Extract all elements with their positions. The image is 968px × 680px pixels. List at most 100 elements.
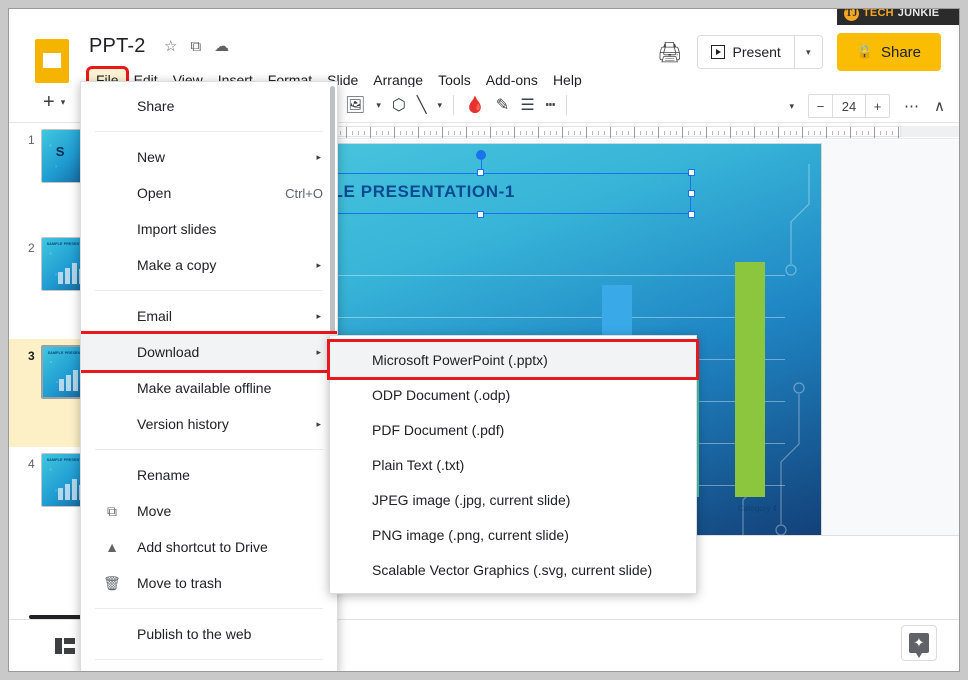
trash-icon: 🗑 <box>103 574 121 592</box>
download-option-pdf[interactable]: PDF Document (.pdf) <box>330 412 696 447</box>
resize-handle-s[interactable] <box>477 211 484 218</box>
file-menu-label: Make available offline <box>137 380 271 396</box>
download-option-label: PDF Document (.pdf) <box>372 422 504 438</box>
border-dash-icon[interactable]: ┅ <box>546 95 556 115</box>
move-to-folder-icon[interactable]: ⧉ <box>190 39 201 54</box>
submenu-arrow-icon: ▸ <box>316 260 321 271</box>
file-menu-label: Move <box>137 503 171 519</box>
file-menu-item-open[interactable]: Open Ctrl+O <box>81 175 337 211</box>
menu-separator <box>95 290 323 291</box>
file-menu-item-share[interactable]: Share <box>81 88 337 124</box>
fill-color-icon[interactable]: 🩸 <box>465 95 485 115</box>
more-options-icon[interactable]: ⋯ <box>904 97 920 115</box>
insert-image-icon[interactable]: 🖼 <box>345 95 365 115</box>
techjunkie-logo-icon: TJ <box>844 8 859 21</box>
rotation-handle[interactable] <box>476 150 486 160</box>
file-menu-item-import-slides[interactable]: Import slides <box>81 211 337 247</box>
filmstrip-view-icon[interactable] <box>55 638 75 654</box>
file-menu-label: Add shortcut to Drive <box>137 539 268 555</box>
download-option-jpg[interactable]: JPEG image (.jpg, current slide) <box>330 482 696 517</box>
app-header: PPT-2 ☆ ⧉ ☁ File Edit View Insert Format… <box>9 25 959 87</box>
insert-line-icon[interactable]: ╲ <box>417 95 427 115</box>
file-menu-shortcut: Ctrl+O <box>285 186 323 201</box>
file-menu-label: Move to trash <box>137 575 222 591</box>
download-option-txt[interactable]: Plain Text (.txt) <box>330 447 696 482</box>
download-option-label: Scalable Vector Graphics (.svg, current … <box>372 562 652 578</box>
file-menu-item-rename[interactable]: Rename <box>81 457 337 493</box>
menu-separator <box>95 449 323 450</box>
file-menu-item-publish-to-the-web[interactable]: Publish to the web <box>81 616 337 652</box>
submenu-arrow-icon: ▸ <box>316 347 321 358</box>
file-menu-item-new[interactable]: New ▸ <box>81 139 337 175</box>
toolbar-divider-2 <box>566 95 567 115</box>
resize-handle-ne[interactable] <box>688 169 695 176</box>
file-menu-label: Rename <box>137 467 190 483</box>
star-icon[interactable]: ☆ <box>164 39 177 54</box>
explore-icon <box>909 633 929 653</box>
share-label: Share <box>881 44 921 61</box>
explore-button[interactable] <box>901 625 937 661</box>
google-slides-logo-icon <box>35 39 69 83</box>
collapse-toolbar-icon[interactable]: ∧ <box>934 97 945 115</box>
download-submenu[interactable]: Microsoft PowerPoint (.pptx) ODP Documen… <box>329 335 697 594</box>
file-menu-item-move-to-trash[interactable]: 🗑 Move to trash <box>81 565 337 601</box>
file-menu-item-make-available-offline[interactable]: Make available offline <box>81 370 337 406</box>
new-slide-icon[interactable]: + <box>43 91 55 114</box>
download-option-label: PNG image (.png, current slide) <box>372 527 569 543</box>
file-menu-item-make-a-copy[interactable]: Make a copy ▸ <box>81 247 337 283</box>
menu-separator <box>95 659 323 660</box>
toolbar-tools: 🖼 ▾ ⬡ ╲ ▾ 🩸 ✎ ☰ ┅ <box>345 95 567 115</box>
document-title[interactable]: PPT-2 <box>89 35 146 58</box>
transition-caret-icon[interactable]: ▾ <box>789 101 794 112</box>
slide-number: 1 <box>9 129 35 147</box>
font-size-value[interactable]: 24 <box>832 95 866 117</box>
file-menu-item-download[interactable]: Download ▸ <box>81 334 337 370</box>
download-option-svg[interactable]: Scalable Vector Graphics (.svg, current … <box>330 552 696 587</box>
present-play-icon <box>711 45 725 59</box>
image-caret-icon[interactable]: ▾ <box>376 100 381 111</box>
file-menu-label: Make a copy <box>137 257 216 273</box>
menu-separator <box>95 608 323 609</box>
share-button[interactable]: 🔒 Share <box>837 33 941 71</box>
font-size-decrease-button[interactable]: − <box>809 95 832 117</box>
download-option-pptx[interactable]: Microsoft PowerPoint (.pptx) <box>330 342 696 377</box>
file-menu-label: Share <box>137 98 174 114</box>
title-icon-group: ☆ ⧉ ☁ <box>164 39 229 54</box>
download-option-label: JPEG image (.jpg, current slide) <box>372 492 570 508</box>
line-caret-icon[interactable]: ▾ <box>437 100 442 111</box>
resize-handle-e[interactable] <box>688 190 695 197</box>
header-actions: 🖨 Present ▾ 🔒 Share <box>657 33 941 71</box>
border-color-icon[interactable]: ✎ <box>496 95 509 115</box>
file-menu-dropdown[interactable]: Share New ▸ Open Ctrl+O Import slides Ma… <box>80 81 338 672</box>
resize-handle-n[interactable] <box>477 169 484 176</box>
file-menu-label: Publish to the web <box>137 626 251 642</box>
techjunkie-watermark: TJ TECH JUNKIE <box>837 8 959 25</box>
file-menu-label: Email <box>137 308 172 324</box>
cloud-status-icon[interactable]: ☁ <box>214 39 229 54</box>
chart-category-label: Category 4 <box>738 504 777 513</box>
download-option-png[interactable]: PNG image (.png, current slide) <box>330 517 696 552</box>
new-slide-caret-icon[interactable]: ▾ <box>61 97 66 108</box>
screenshot-root: TJ TECH JUNKIE PPT-2 ☆ ⧉ ☁ File Edit Vie… <box>0 0 968 680</box>
file-menu-item-add-shortcut-to-drive[interactable]: ▲ Add shortcut to Drive <box>81 529 337 565</box>
toolbar-right-group: ▾ − 24 + ⋯ ∧ <box>789 94 945 118</box>
new-slide-group: + ▾ <box>43 91 65 114</box>
present-dropdown-caret-icon[interactable]: ▾ <box>794 36 822 68</box>
file-menu-label: New <box>137 149 165 165</box>
download-option-label: Plain Text (.txt) <box>372 457 464 473</box>
present-button[interactable]: Present <box>698 36 794 68</box>
present-label: Present <box>733 44 781 60</box>
file-menu-item-version-history[interactable]: Version history ▸ <box>81 406 337 442</box>
resize-handle-se[interactable] <box>688 211 695 218</box>
file-menu-item-email[interactable]: Email ▸ <box>81 298 337 334</box>
move-folder-icon: ⧉ <box>103 502 121 520</box>
border-weight-icon[interactable]: ☰ <box>520 95 534 115</box>
file-menu-item-document-details[interactable]: Document details <box>81 667 337 672</box>
file-menu-item-move[interactable]: ⧉ Move <box>81 493 337 529</box>
font-size-increase-button[interactable]: + <box>866 95 889 117</box>
comment-history-icon[interactable]: 🖨 <box>657 40 682 65</box>
insert-shape-icon[interactable]: ⬡ <box>392 95 406 115</box>
submenu-arrow-icon: ▸ <box>316 311 321 322</box>
file-menu-label: Version history <box>137 416 229 432</box>
download-option-odp[interactable]: ODP Document (.odp) <box>330 377 696 412</box>
